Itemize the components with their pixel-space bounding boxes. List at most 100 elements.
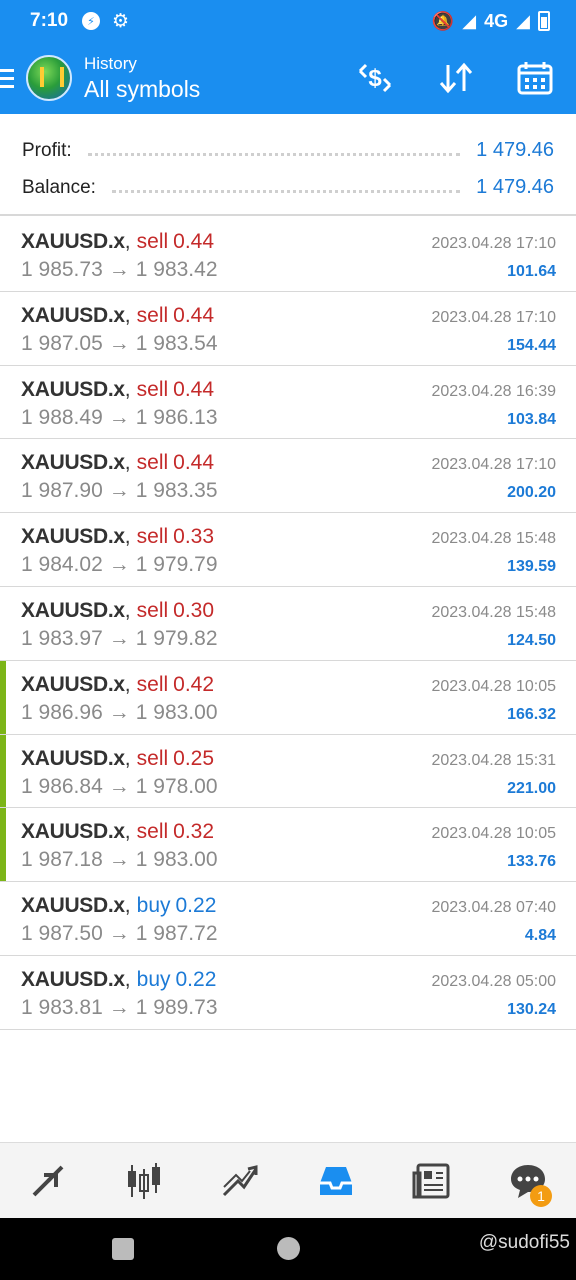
- deal-symbol: XAUUSD.x: [21, 230, 125, 253]
- deal-volume: 0.44: [173, 451, 215, 475]
- deal-close-price: 1 978.00: [135, 774, 218, 798]
- deal-row[interactable]: XAUUSD.x, sell 0.25 2023.04.28 15:31 1 9…: [0, 734, 576, 809]
- deal-open-price: 1 986.84: [21, 774, 103, 798]
- deal-time: 2023.04.28 17:10: [431, 235, 556, 252]
- deal-time: 2023.04.28 05:00: [431, 972, 556, 990]
- chat-badge: 1: [530, 1184, 552, 1207]
- deal-volume: 0.44: [173, 230, 215, 253]
- deal-side: sell: [136, 820, 169, 844]
- app-logo: [26, 55, 72, 101]
- deal-row[interactable]: XAUUSD.x, sell 0.44 2023.04.28 17:10 1 9…: [0, 292, 576, 366]
- arrow-right-icon: →: [108, 922, 130, 946]
- recents-button[interactable]: [112, 1238, 134, 1260]
- deal-volume: 0.22: [175, 894, 217, 918]
- arrow-right-icon: →: [108, 258, 130, 281]
- deal-row[interactable]: XAUUSD.x, sell 0.44 2023.04.28 17:10 1 9…: [0, 218, 576, 292]
- deal-row[interactable]: XAUUSD.x, sell 0.44 2023.04.28 16:39 1 9…: [0, 366, 576, 440]
- deposit-icon[interactable]: $: [354, 61, 396, 95]
- deal-row[interactable]: XAUUSD.x, sell 0.42 2023.04.28 10:05 1 9…: [0, 660, 576, 735]
- deal-symbol: XAUUSD.x: [21, 598, 125, 622]
- deal-symbol: XAUUSD.x: [21, 746, 125, 770]
- deal-side: sell: [136, 303, 169, 327]
- deal-symbol: XAUUSD.x: [21, 894, 125, 918]
- deal-row[interactable]: XAUUSD.x, sell 0.33 2023.04.28 15:48 1 9…: [0, 513, 576, 587]
- trade-icon[interactable]: [210, 1151, 270, 1211]
- deal-open-price: 1 987.05: [21, 331, 103, 355]
- deal-side: sell: [136, 598, 169, 622]
- deal-row[interactable]: XAUUSD.x, buy 0.22 2023.04.28 07:40 1 98…: [0, 882, 576, 956]
- arrow-right-icon: →: [108, 553, 130, 577]
- status-time: 7:10: [30, 10, 69, 31]
- deal-close-price: 1 983.00: [135, 700, 218, 724]
- deal-close-price: 1 983.00: [135, 848, 218, 872]
- news-icon[interactable]: [402, 1151, 462, 1211]
- sort-icon[interactable]: [436, 61, 476, 95]
- deal-profit: 221.00: [507, 779, 556, 797]
- deal-side: buy: [136, 894, 171, 918]
- deal-profit: 130.24: [507, 1000, 556, 1018]
- deal-symbol: XAUUSD.x: [21, 525, 125, 549]
- deal-row[interactable]: XAUUSD.x, sell 0.44 2023.04.28 17:10 1 9…: [0, 439, 576, 514]
- deal-close-price: 1 979.79: [135, 553, 218, 577]
- signal-icon: ◢: [462, 10, 477, 31]
- deal-open-price: 1 983.97: [21, 626, 103, 650]
- deal-profit: 124.50: [507, 631, 556, 649]
- bottom-nav: 1: [0, 1142, 576, 1218]
- deal-open-price: 1 986.96: [21, 700, 103, 724]
- deal-volume: 0.33: [173, 525, 215, 549]
- deal-profit: 101.64: [507, 263, 556, 280]
- status-bar: 7:10 ⚡ ⚙ 🔕 ◢ 4G ◢: [0, 0, 576, 42]
- deal-time: 2023.04.28 15:31: [431, 751, 556, 769]
- calendar-icon[interactable]: [516, 60, 554, 96]
- svg-text:$: $: [368, 65, 382, 92]
- symbol-filter[interactable]: All symbols: [84, 76, 200, 103]
- chart-icon[interactable]: [114, 1151, 174, 1211]
- deal-open-price: 1 987.90: [21, 479, 103, 503]
- home-button[interactable]: [277, 1237, 300, 1260]
- arrow-right-icon: →: [108, 331, 130, 355]
- deal-profit: 103.84: [507, 410, 556, 428]
- deal-open-price: 1 984.02: [21, 553, 103, 577]
- deal-volume: 0.44: [173, 303, 215, 327]
- deal-volume: 0.42: [173, 672, 215, 696]
- dotted-leader: [111, 190, 461, 193]
- deal-close-price: 1 983.54: [135, 331, 218, 355]
- deal-symbol: XAUUSD.x: [21, 451, 125, 475]
- deal-row[interactable]: XAUUSD.x, sell 0.32 2023.04.28 10:05 1 9…: [0, 808, 576, 883]
- arrow-right-icon: →: [108, 848, 130, 872]
- arrow-right-icon: →: [108, 700, 130, 724]
- sync-icon: ⚙: [112, 10, 130, 32]
- deal-open-price: 1 988.49: [21, 405, 103, 429]
- arrow-right-icon: →: [108, 995, 130, 1019]
- deal-time: 2023.04.28 15:48: [431, 603, 556, 621]
- arrow-right-icon: →: [108, 626, 130, 650]
- deal-symbol: XAUUSD.x: [21, 303, 125, 327]
- deal-volume: 0.44: [173, 377, 215, 401]
- deal-close-price: 1 983.42: [135, 258, 218, 281]
- deal-row[interactable]: XAUUSD.x, buy 0.22 2023.04.28 05:00 1 98…: [0, 956, 576, 1030]
- menu-icon[interactable]: [0, 68, 18, 88]
- deal-profit: 166.32: [507, 705, 556, 723]
- profit-label: Profit:: [22, 139, 72, 161]
- deal-side: sell: [136, 451, 169, 475]
- mute-icon: 🔕: [431, 10, 455, 31]
- deal-row[interactable]: XAUUSD.x, sell 0.30 2023.04.28 15:48 1 9…: [0, 587, 576, 661]
- arrow-right-icon: →: [108, 479, 130, 503]
- messenger-icon: ⚡: [82, 12, 101, 30]
- deal-volume: 0.22: [175, 967, 217, 991]
- deal-volume: 0.32: [173, 820, 215, 844]
- deal-profit: 139.59: [507, 558, 556, 576]
- network-label: 4G: [484, 10, 509, 31]
- arrow-right-icon: →: [108, 405, 130, 429]
- deal-open-price: 1 983.81: [21, 995, 103, 1019]
- chat-icon[interactable]: 1: [498, 1151, 558, 1211]
- deal-symbol: XAUUSD.x: [21, 967, 125, 991]
- deal-profit: 4.84: [524, 927, 556, 945]
- profit-value: 1 479.46: [476, 139, 554, 161]
- deal-profit: 133.76: [507, 853, 556, 871]
- history-icon[interactable]: [306, 1151, 366, 1211]
- quotes-icon[interactable]: [18, 1151, 78, 1211]
- deal-side: sell: [136, 377, 169, 401]
- deal-symbol: XAUUSD.x: [21, 820, 125, 844]
- deal-volume: 0.30: [173, 598, 215, 622]
